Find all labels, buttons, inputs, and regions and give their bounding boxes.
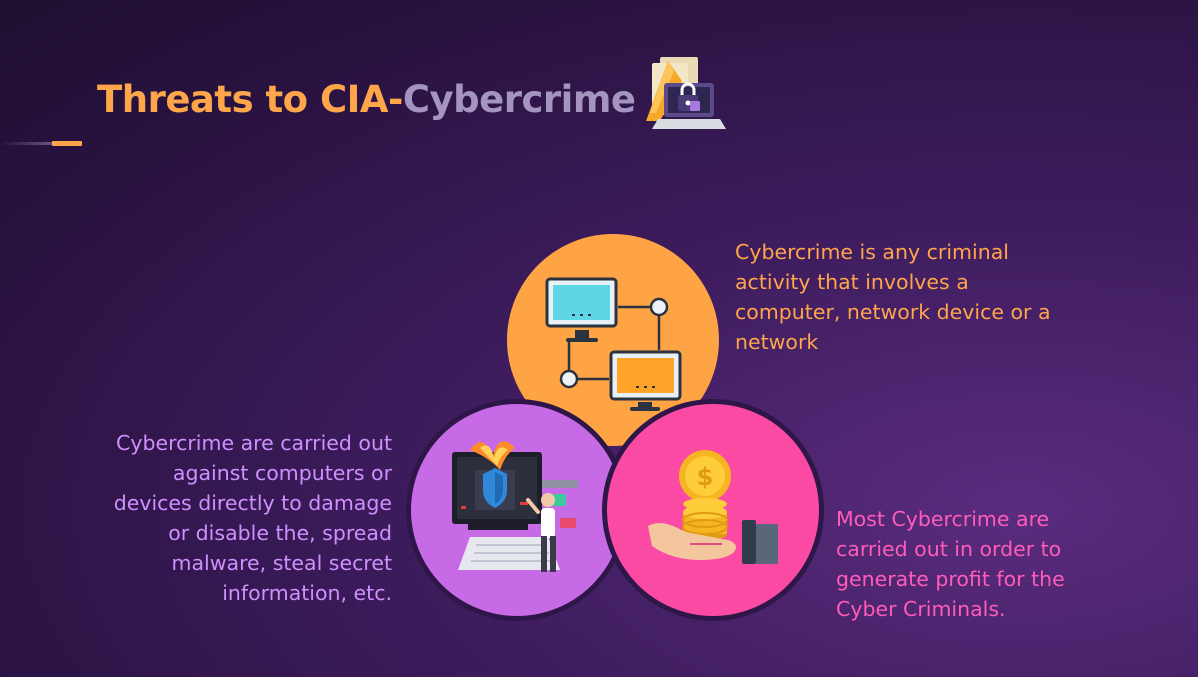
attack-targets-text: Cybercrime are carried out against compu… bbox=[113, 431, 392, 605]
svg-text:$: $ bbox=[697, 463, 714, 491]
slide: Threats to CIA-Cybercrime $ Cybercrime i… bbox=[0, 0, 1198, 677]
definition-text: Cybercrime is any criminal activity that… bbox=[735, 240, 1051, 354]
profit-motive-text: Most Cybercrime are carried out in order… bbox=[836, 507, 1065, 621]
